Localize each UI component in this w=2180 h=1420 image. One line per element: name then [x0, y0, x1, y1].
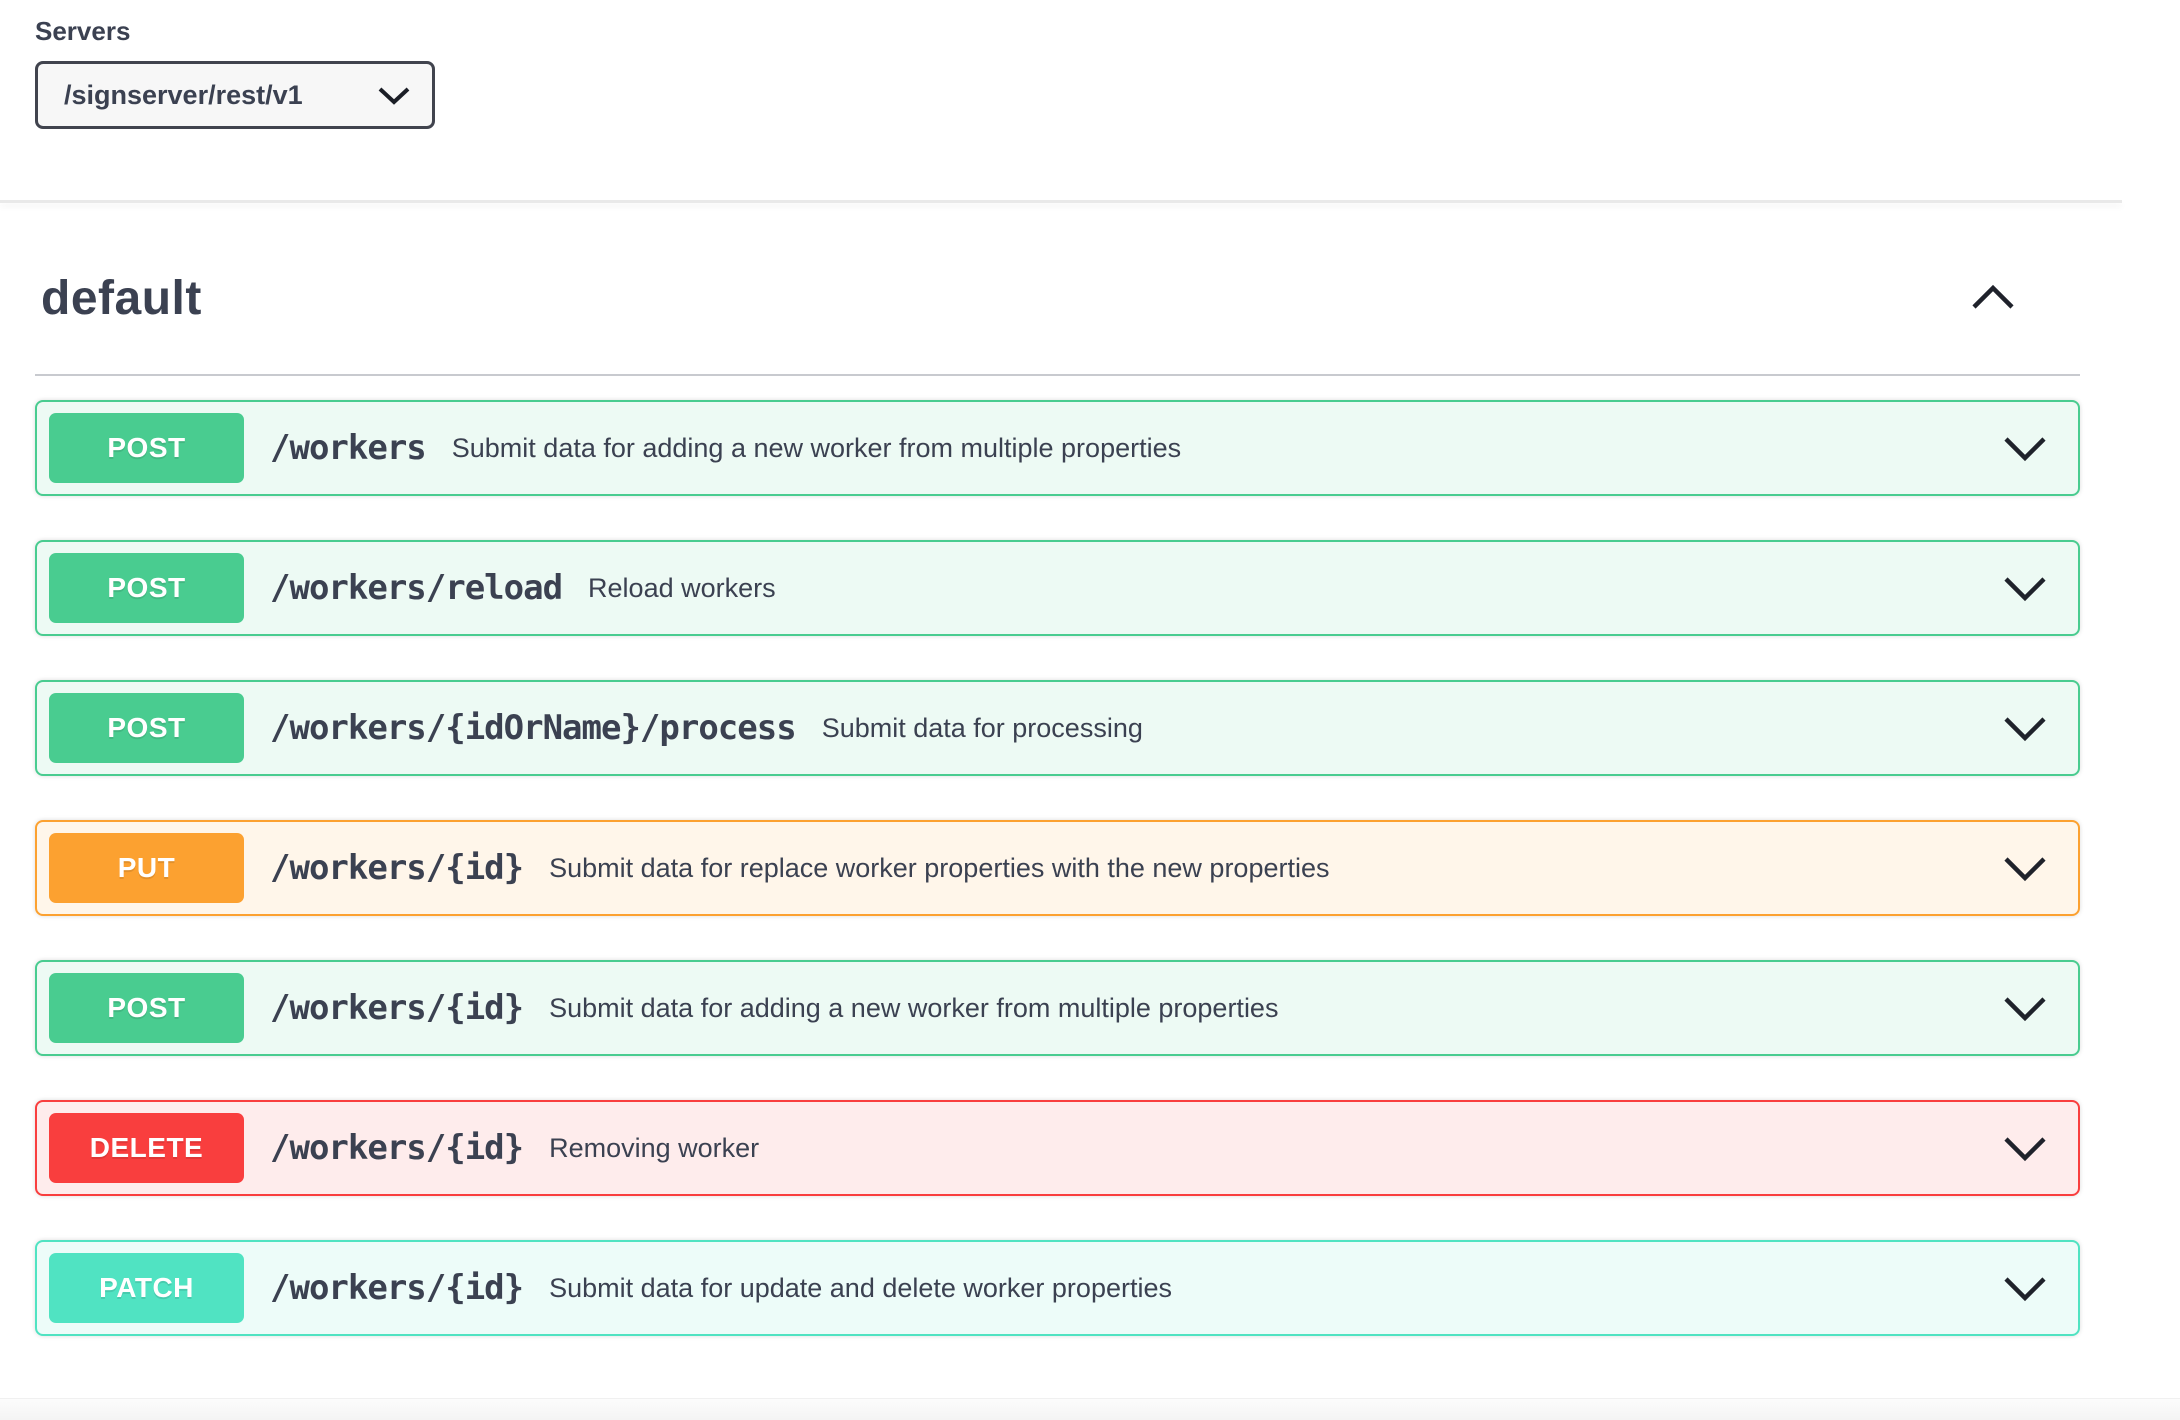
tag-title: default — [41, 271, 202, 326]
operation-summary: Submit data for adding a new worker from… — [452, 433, 1181, 464]
servers-section: Servers /signserver/rest/v1 — [35, 16, 435, 129]
operation-path: /workers — [270, 428, 426, 468]
expand-operation-button[interactable] — [1998, 433, 2052, 463]
operation-summary: Removing worker — [549, 1133, 759, 1164]
operation-row-post-4[interactable]: POST /workers/{id} Submit data for addin… — [35, 960, 2080, 1056]
chevron-down-icon — [2002, 853, 2048, 883]
operation-path: /workers/{id} — [270, 988, 523, 1028]
chevron-down-icon — [2002, 573, 2048, 603]
operation-summary: Submit data for update and delete worker… — [549, 1273, 1172, 1304]
operation-summary: Submit data for processing — [822, 713, 1143, 744]
operation-row-post-2[interactable]: POST /workers/{idOrName}/process Submit … — [35, 680, 2080, 776]
expand-operation-button[interactable] — [1998, 713, 2052, 743]
operation-row-post-1[interactable]: POST /workers/reload Reload workers — [35, 540, 2080, 636]
servers-label: Servers — [35, 16, 435, 47]
operation-row-patch-6[interactable]: PATCH /workers/{id} Submit data for upda… — [35, 1240, 2080, 1336]
tag-header-divider — [35, 374, 2080, 376]
method-badge: POST — [49, 413, 244, 483]
operation-row-delete-5[interactable]: DELETE /workers/{id} Removing worker — [35, 1100, 2080, 1196]
method-badge: POST — [49, 553, 244, 623]
server-select[interactable]: /signserver/rest/v1 — [35, 61, 435, 129]
tag-header-default[interactable]: default — [35, 252, 2080, 344]
operation-path: /workers/{id} — [270, 1268, 523, 1308]
operation-summary: Reload workers — [588, 573, 776, 604]
operation-row-post-0[interactable]: POST /workers Submit data for adding a n… — [35, 400, 2080, 496]
operation-path: /workers/{id} — [270, 848, 523, 888]
chevron-down-icon — [2002, 433, 2048, 463]
operation-path: /workers/reload — [270, 568, 562, 608]
expand-operation-button[interactable] — [1998, 1273, 2052, 1303]
chevron-down-icon — [2002, 713, 2048, 743]
expand-operation-button[interactable] — [1998, 1133, 2052, 1163]
method-badge: PATCH — [49, 1253, 244, 1323]
collapse-section-button[interactable] — [1944, 283, 2042, 313]
operation-path: /workers/{id} — [270, 1128, 523, 1168]
method-badge: POST — [49, 973, 244, 1043]
expand-operation-button[interactable] — [1998, 573, 2052, 603]
chevron-down-icon — [2002, 993, 2048, 1023]
operation-summary: Submit data for adding a new worker from… — [549, 993, 1278, 1024]
info-section-divider — [0, 200, 2122, 203]
method-badge: POST — [49, 693, 244, 763]
chevron-down-icon — [2002, 1273, 2048, 1303]
chevron-up-icon — [1970, 283, 2016, 313]
operation-path: /workers/{idOrName}/process — [270, 708, 796, 748]
operations-list: POST /workers Submit data for adding a n… — [35, 400, 2080, 1336]
server-select-wrap: /signserver/rest/v1 — [35, 61, 435, 129]
models-section-edge — [0, 1398, 2180, 1420]
chevron-down-icon — [2002, 1133, 2048, 1163]
expand-operation-button[interactable] — [1998, 853, 2052, 883]
expand-operation-button[interactable] — [1998, 993, 2052, 1023]
tag-section-default: default POST /workers Submit data for ad… — [35, 252, 2080, 1380]
operation-row-put-3[interactable]: PUT /workers/{id} Submit data for replac… — [35, 820, 2080, 916]
operation-summary: Submit data for replace worker propertie… — [549, 853, 1329, 884]
method-badge: DELETE — [49, 1113, 244, 1183]
method-badge: PUT — [49, 833, 244, 903]
